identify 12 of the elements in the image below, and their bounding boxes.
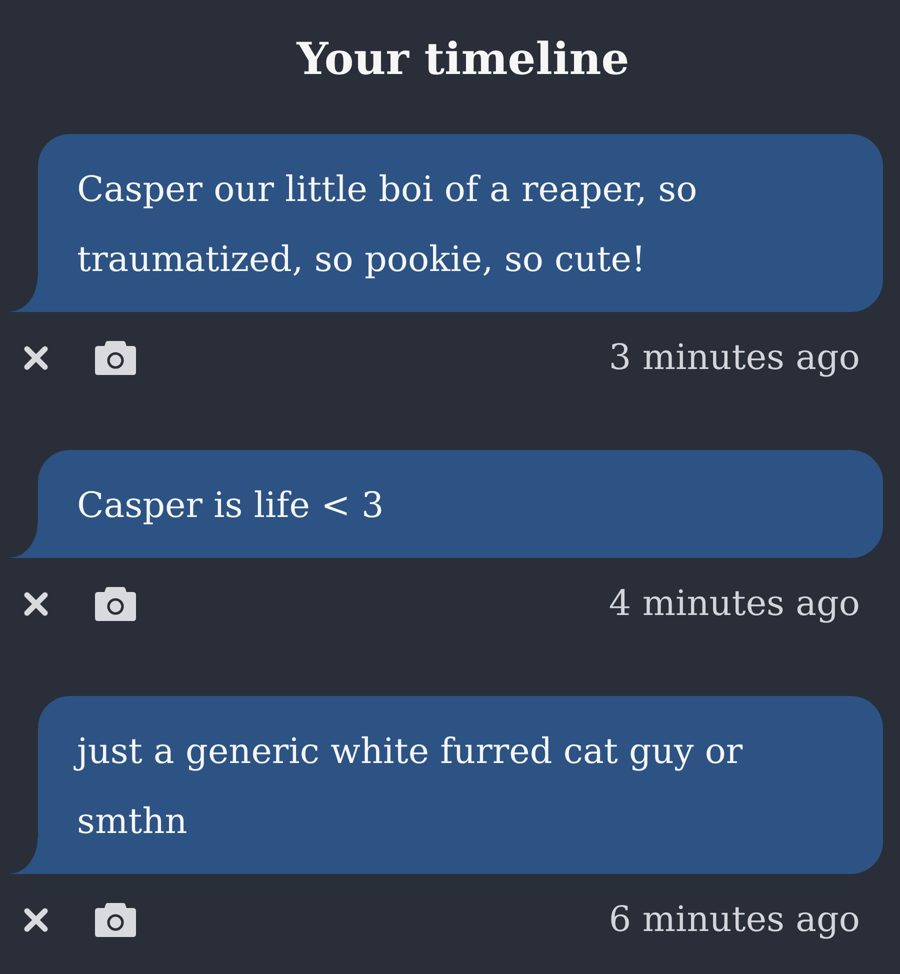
timestamp: 6 minutes ago [608,899,860,942]
post-text: Casper is life < 3 [77,485,385,528]
camera-icon[interactable] [95,587,136,621]
page-title: Your timeline [295,33,630,87]
timestamp: 3 minutes ago [608,337,860,380]
close-icon[interactable] [22,344,50,372]
camera-icon[interactable] [95,903,136,937]
close-icon[interactable] [22,590,50,618]
close-icon[interactable] [22,906,50,934]
timestamp: 4 minutes ago [608,583,860,626]
post-text: Casper our little boi of a reaper, so traumatized, so pookie, so cute! [77,169,698,282]
camera-icon[interactable] [95,341,136,375]
